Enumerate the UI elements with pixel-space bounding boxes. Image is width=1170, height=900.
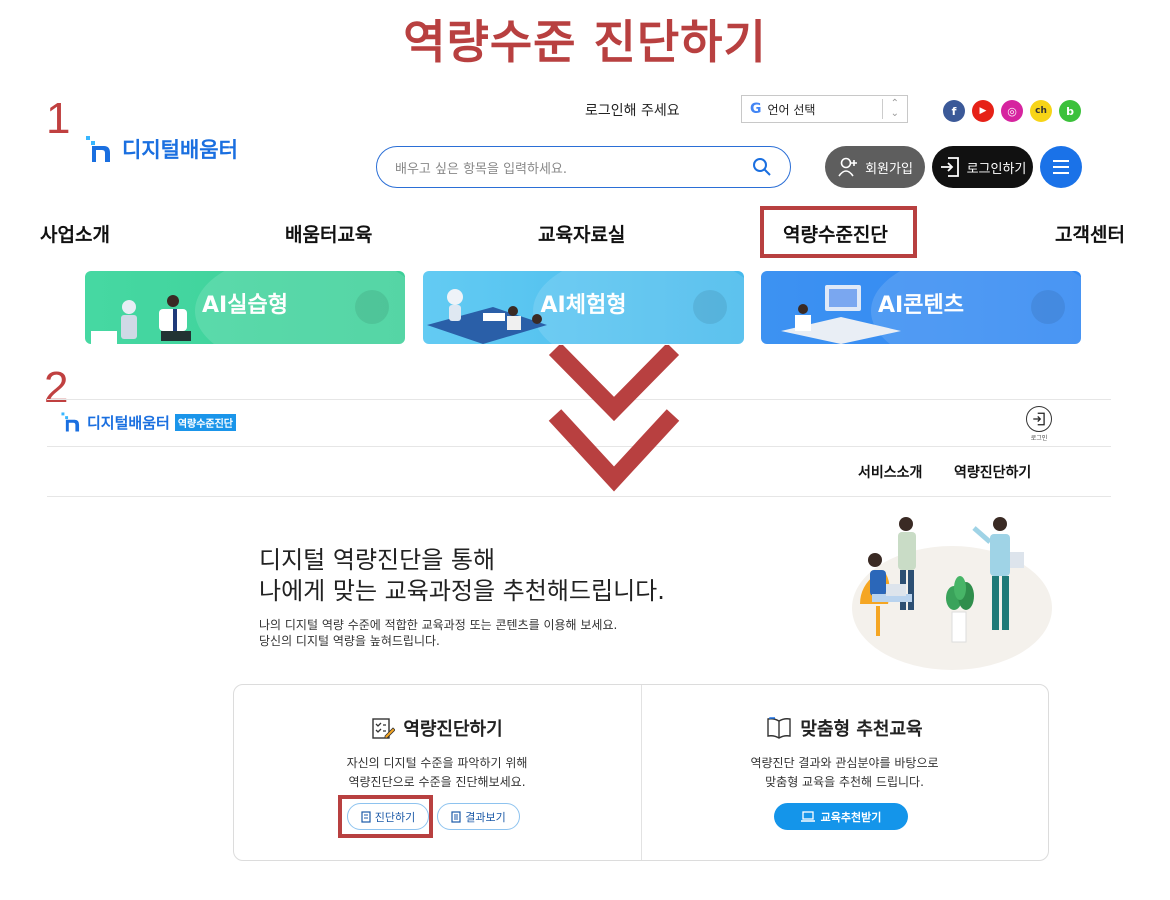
card-ai-practice-label: AI실습형 — [202, 293, 288, 318]
signup-label: 회원가입 — [865, 161, 913, 177]
naver-band-icon[interactable]: b — [1059, 100, 1081, 122]
card-ai-content-label: AI콘텐츠 — [878, 293, 964, 318]
panel-left-title: 역량진단하기 — [403, 719, 503, 740]
step-one-label: 1 — [46, 94, 71, 143]
brand-logo[interactable]: 디지털배움터 — [84, 134, 238, 164]
search-icon[interactable] — [752, 157, 772, 177]
panel-right-heading: 맞춤형 추천교육 — [641, 715, 1048, 741]
nav-item-about[interactable]: 사업소개 — [40, 220, 110, 247]
hero-title-line1: 디지털 역량진단을 통해 — [259, 546, 496, 574]
subnav-service-intro[interactable]: 서비스소개 — [858, 462, 922, 482]
page-title: 역량수준 진단하기 — [403, 15, 767, 69]
diagnosis-login-label: 로그인 — [1030, 435, 1048, 442]
facebook-icon[interactable]: f — [943, 100, 965, 122]
card-ai-experience[interactable]: AI체험형 — [423, 271, 744, 344]
login-icon — [940, 157, 959, 177]
login-label: 로그인하기 — [966, 161, 1027, 177]
panel-left-heading: 역량진단하기 — [234, 715, 640, 741]
panel-left-desc-line2: 역량진단으로 수준을 진단해보세요. — [348, 775, 526, 789]
login-icon — [1026, 406, 1052, 432]
select-arrows-icon: ⌃ ⌄ — [881, 99, 899, 119]
checklist-icon — [372, 718, 396, 739]
people-illustration — [852, 517, 1052, 670]
panel-left-desc-line1: 자신의 디지털 수준을 파악하기 위해 — [346, 756, 528, 770]
hero-desc-line1: 나의 디지털 역량 수준에 적합한 교육과정 또는 콘텐츠를 이용해 보세요. — [259, 618, 618, 632]
get-recommendation-label: 교육추천받기 — [820, 810, 882, 824]
login-button[interactable]: 로그인하기 — [932, 146, 1033, 188]
card-ai-content[interactable]: AI콘텐츠 — [761, 271, 1081, 344]
hero-desc-line2: 당신의 디지털 역량을 높혀드립니다. — [259, 634, 440, 648]
nav-item-support[interactable]: 고객센터 — [1055, 220, 1125, 247]
subnav-diagnosis[interactable]: 역량진단하기 — [954, 462, 1031, 482]
language-select[interactable]: G 언어 선택 ⌃ ⌄ — [741, 95, 908, 123]
instagram-icon[interactable]: ◎ — [1001, 100, 1023, 122]
panel-right-title: 맞춤형 추천교육 — [800, 719, 923, 740]
nav-highlight-box — [760, 206, 917, 258]
card-ai-practice[interactable]: AI실습형 — [85, 271, 405, 344]
view-results-button[interactable]: 결과보기 — [437, 803, 520, 830]
search-bar[interactable]: 배우고 싶은 항목을 입력하세요. — [376, 146, 791, 188]
laptop-icon — [800, 811, 815, 822]
kakao-channel-icon[interactable]: ch — [1030, 100, 1052, 122]
view-results-label: 결과보기 — [465, 810, 506, 824]
youtube-icon[interactable]: ▶ — [972, 100, 994, 122]
divider — [47, 496, 1111, 497]
hero-title-line2: 나에게 맞는 교육과정을 추천해드립니다. — [259, 577, 665, 605]
diagnosis-brand-name: 디지털배움터 — [87, 413, 170, 432]
menu-button[interactable] — [1040, 146, 1082, 188]
search-input[interactable]: 배우고 싶은 항목을 입력하세요. — [395, 158, 567, 177]
step-two-label: 2 — [44, 363, 69, 412]
diagnosis-login-button[interactable]: 로그인 — [1026, 406, 1052, 442]
card-ai-experience-label: AI체험형 — [540, 293, 627, 318]
google-icon: G — [750, 101, 762, 117]
social-links: f ▶ ◎ ch b — [943, 100, 1081, 122]
signup-button[interactable]: 회원가입 — [825, 146, 925, 188]
document-icon — [451, 810, 461, 823]
get-recommendation-button[interactable]: 교육추천받기 — [774, 803, 908, 830]
chevron-down-icon — [548, 345, 680, 492]
brand-badge: 역량수준진단 — [174, 413, 237, 431]
brand-logo-icon — [61, 412, 80, 432]
panel-right-desc-line1: 역량진단 결과와 관심분야를 바탕으로 — [750, 756, 939, 770]
panel-right-desc-line2: 맞춤형 교육을 추천해 드립니다. — [765, 775, 924, 789]
diagnose-button-highlight-box — [338, 795, 433, 838]
nav-item-resources[interactable]: 교육자료실 — [538, 220, 625, 247]
add-user-icon — [838, 157, 858, 177]
brand-logo-icon — [86, 136, 110, 162]
diagnosis-brand-logo[interactable]: 디지털배움터 역량수준진단 — [60, 411, 237, 433]
login-prompt: 로그인해 주세요 — [585, 103, 680, 119]
brand-name: 디지털배움터 — [122, 138, 238, 162]
language-select-label: 언어 선택 — [767, 102, 816, 117]
nav-item-education[interactable]: 배움터교육 — [285, 220, 372, 247]
open-book-icon — [767, 717, 792, 739]
hamburger-icon — [1053, 160, 1069, 162]
